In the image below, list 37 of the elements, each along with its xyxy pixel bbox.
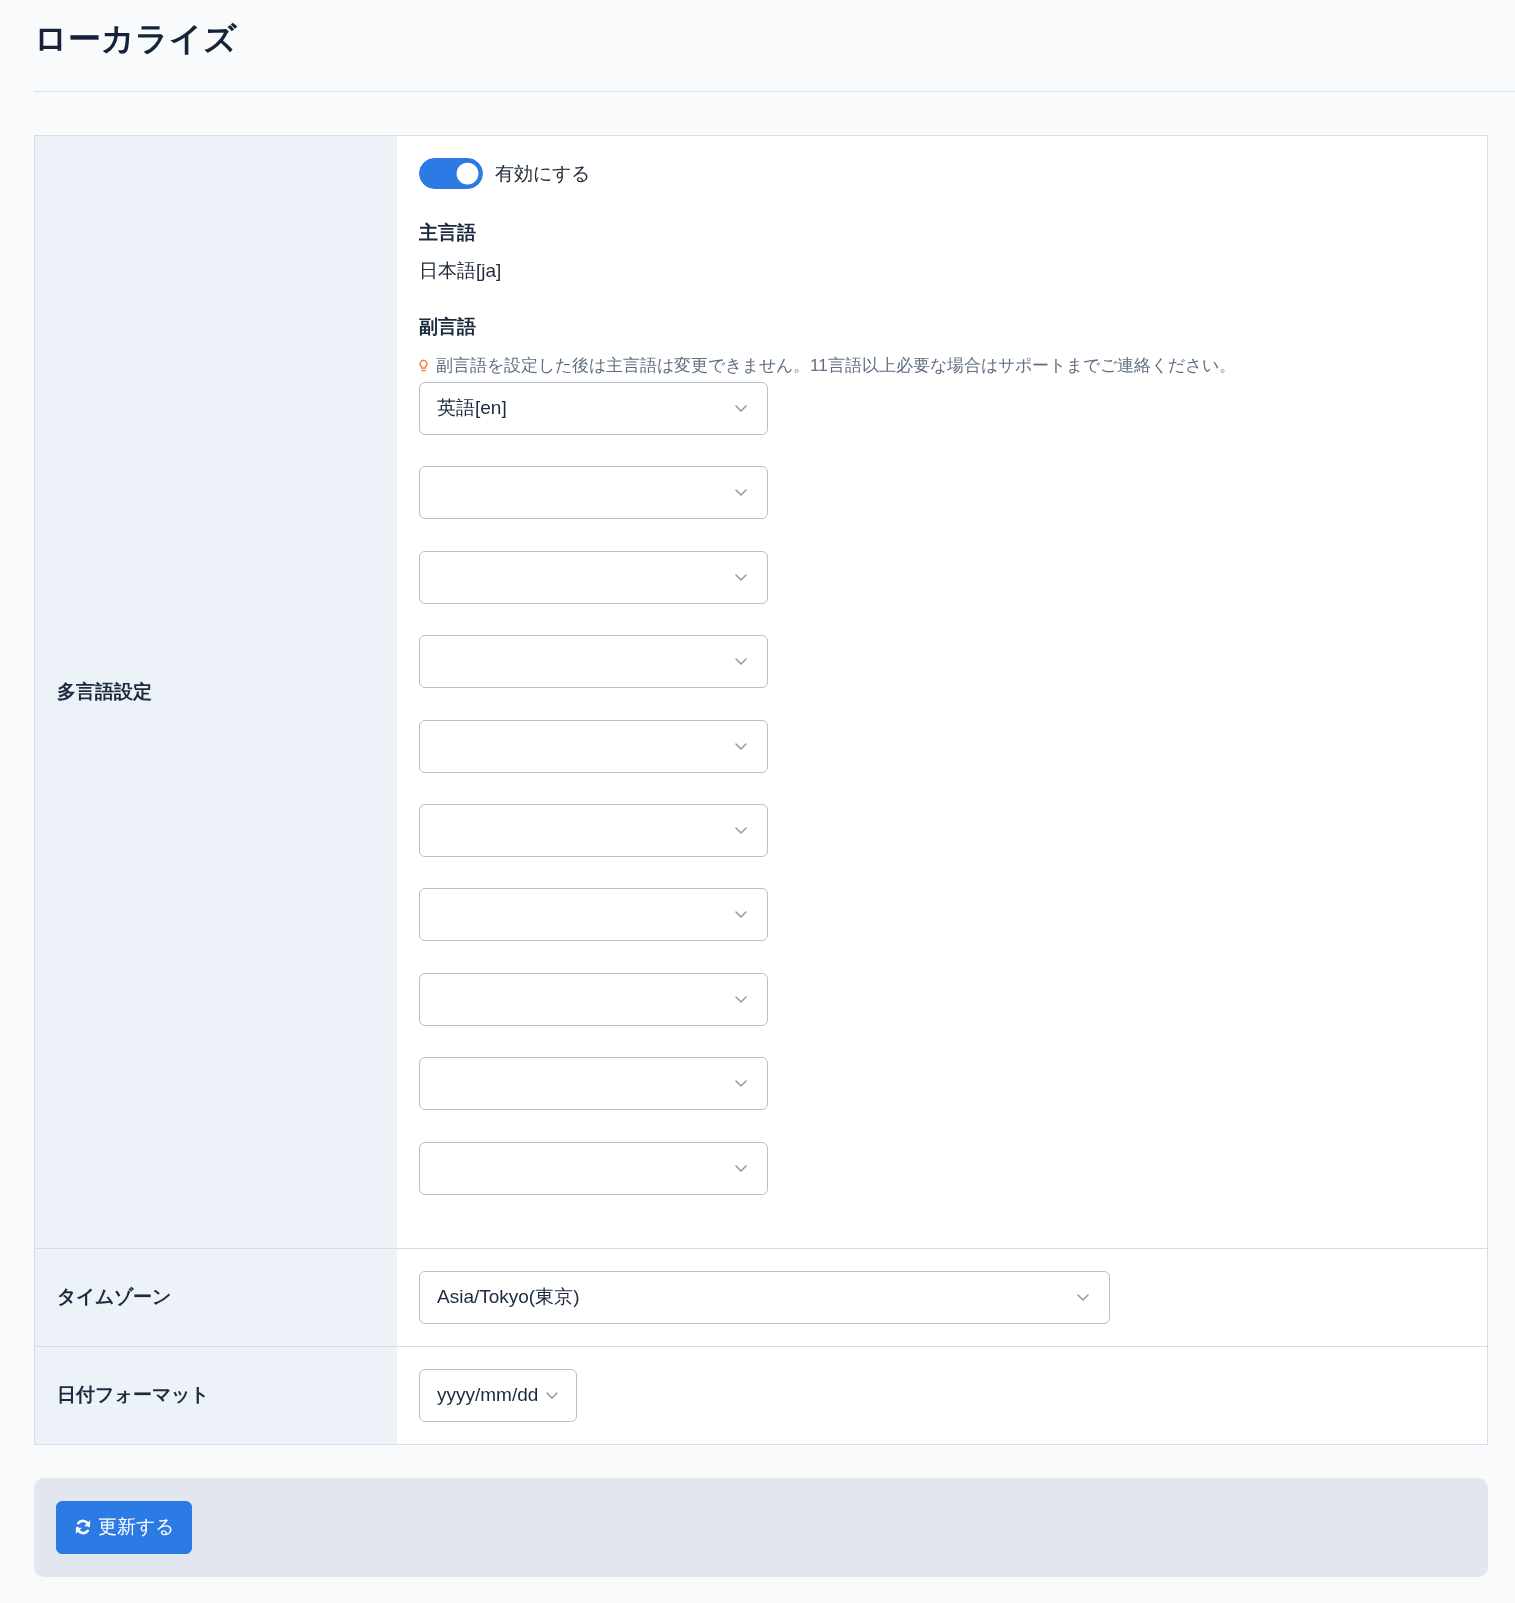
language-select[interactable] <box>419 635 768 689</box>
language-select[interactable] <box>419 972 768 1026</box>
setting-label: タイムゾーン <box>57 1285 171 1309</box>
update-button[interactable]: 更新する <box>56 1500 192 1554</box>
language-select[interactable] <box>419 1057 768 1111</box>
language-select[interactable] <box>419 803 768 857</box>
page-title: ローカライズ <box>34 19 238 59</box>
toggle-label[interactable]: 有効にする <box>495 158 590 189</box>
chevron-icon <box>735 489 747 497</box>
refresh-icon <box>74 1518 92 1536</box>
primary-language-value: 日本語[ja] <box>419 259 503 283</box>
language-select[interactable] <box>419 888 768 942</box>
chevron-icon <box>735 911 747 919</box>
language-select[interactable] <box>419 550 768 604</box>
section-heading: 主言語 <box>419 221 477 245</box>
chevron-icon <box>735 658 747 666</box>
toggle-switch[interactable] <box>419 158 483 189</box>
chevron-icon <box>735 405 747 412</box>
chevron-icon <box>1077 1293 1089 1301</box>
language-select[interactable] <box>419 719 768 773</box>
lightbulb-icon <box>419 359 428 372</box>
chevron-icon <box>735 573 747 581</box>
date-format-select[interactable]: yyyy/mm/dd <box>419 1368 578 1422</box>
chevron-icon <box>735 1080 747 1088</box>
setting-label: 多言語設定 <box>57 679 152 704</box>
language-select[interactable] <box>419 466 768 520</box>
chevron-icon <box>546 1391 559 1399</box>
section-heading: 副言語 <box>419 315 477 339</box>
language-select[interactable] <box>419 1141 768 1195</box>
chevron-icon <box>735 995 747 1003</box>
chevron-icon <box>735 1164 747 1172</box>
chevron-icon <box>735 742 747 750</box>
hint-text: 副言語を設定した後は主言語は変更できません。11言語以上必要な場合はサポートまでご連絡ください。 <box>436 355 1236 377</box>
language-select[interactable]: 英語[en] <box>419 382 768 435</box>
setting-label: 日付フォーマット <box>57 1383 209 1407</box>
timezone-select[interactable]: Asia/Tokyo(東京) <box>419 1270 1110 1324</box>
chevron-icon <box>735 826 747 834</box>
